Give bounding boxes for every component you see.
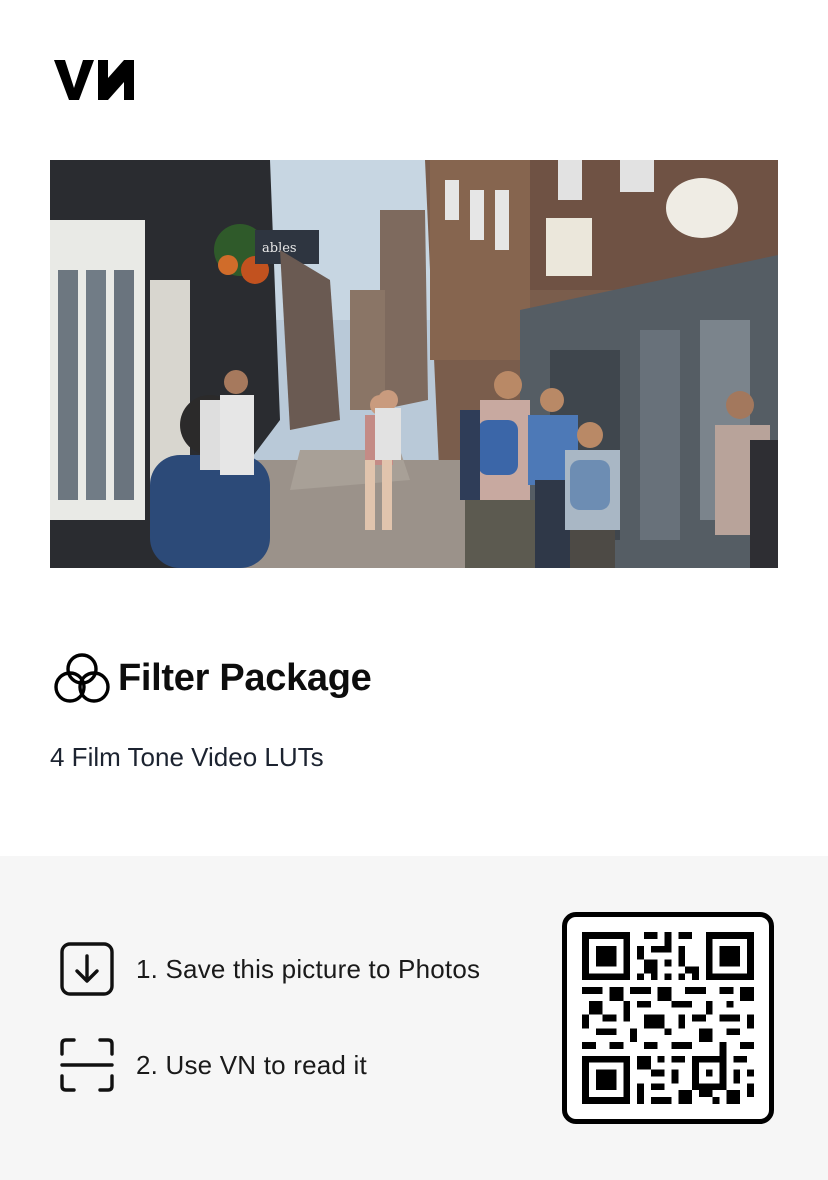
step-scan: 2. Use VN to read it [60,1038,367,1092]
instructions-panel: 1. Save this picture to Photos 2. Use VN… [0,856,828,1180]
step-save: 1. Save this picture to Photos [60,942,480,996]
scan-icon [60,1038,114,1092]
hero-photo: ables [50,160,778,568]
step-scan-label: 2. Use VN to read it [136,1049,367,1080]
qr-code[interactable] [562,912,774,1124]
three-circles-filter-icon [54,653,110,703]
package-subtitle: 4 Film Tone Video LUTs [50,742,324,772]
vn-logo [54,58,136,102]
download-icon [60,942,114,996]
svg-text:ables: ables [262,241,297,256]
step-save-label: 1. Save this picture to Photos [136,953,481,984]
package-header: Filter Package [52,648,372,708]
package-title: Filter Package [118,656,372,699]
